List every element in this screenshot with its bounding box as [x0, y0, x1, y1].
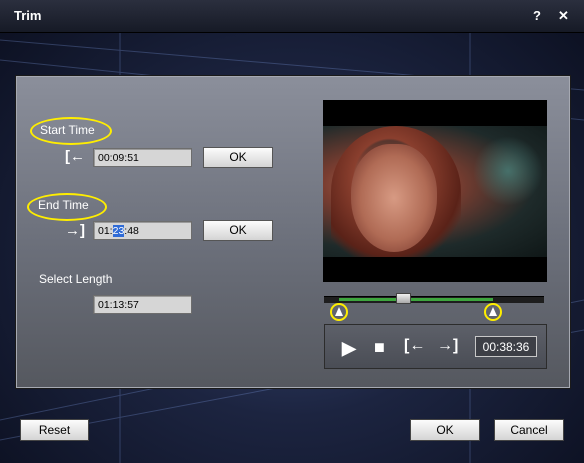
- current-time-display: 00:38:36: [475, 336, 537, 357]
- timeline-slider[interactable]: [324, 293, 544, 304]
- set-start-button-icon[interactable]: [←: [404, 337, 425, 355]
- video-preview: [323, 100, 547, 282]
- end-time-hours: 01:: [98, 225, 113, 237]
- start-time-label: Start Time: [40, 123, 95, 137]
- start-marker-icon: [335, 307, 344, 316]
- cancel-button[interactable]: Cancel: [494, 419, 564, 441]
- help-button[interactable]: ?: [533, 8, 541, 23]
- player-controls: ▶ ■ [← →] 00:38:36: [324, 324, 547, 369]
- playhead-thumb[interactable]: [396, 293, 412, 304]
- window-title: Trim: [14, 8, 42, 23]
- start-time-field[interactable]: 00:09:51: [93, 148, 192, 167]
- set-end-button-icon[interactable]: →]: [437, 337, 458, 355]
- end-time-minutes-selected: 23: [112, 225, 125, 237]
- reset-button[interactable]: Reset: [20, 419, 89, 441]
- select-length-label: Select Length: [39, 272, 113, 286]
- select-length-field: 01:13:57: [93, 295, 192, 314]
- end-ok-button[interactable]: OK: [203, 220, 273, 241]
- end-time-label: End Time: [38, 198, 89, 212]
- end-time-field[interactable]: 01:23:48: [93, 221, 192, 240]
- stop-icon[interactable]: ■: [374, 337, 385, 358]
- trim-range: [339, 298, 494, 301]
- start-ok-button[interactable]: OK: [203, 147, 273, 168]
- video-frame: [323, 126, 547, 257]
- set-start-icon: [←: [65, 148, 85, 165]
- ok-button[interactable]: OK: [410, 419, 480, 441]
- play-icon[interactable]: ▶: [342, 338, 356, 359]
- close-button[interactable]: ✕: [558, 8, 569, 24]
- title-bar: Trim ? ✕: [0, 0, 584, 33]
- end-time-seconds: :48: [124, 225, 139, 237]
- trim-window: Trim ? ✕ Start Time [← 00:09:51 OK End T…: [0, 0, 584, 463]
- end-marker-icon: [489, 307, 498, 316]
- set-end-icon: →]: [65, 222, 85, 239]
